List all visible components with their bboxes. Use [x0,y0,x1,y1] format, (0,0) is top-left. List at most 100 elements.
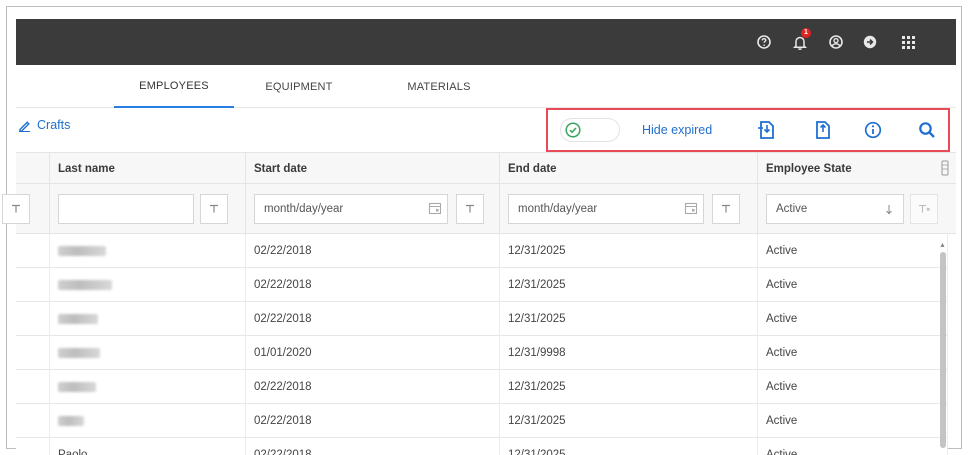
cell-last-name [50,234,246,268]
scrollbar-thumb[interactable] [940,252,946,448]
redacted-name [58,382,96,392]
apps-grid-icon[interactable] [892,19,924,65]
table-row[interactable]: 01/01/2020 12/31/9998 Active [16,336,948,370]
cell-last-name [50,404,246,438]
filter-icon[interactable] [200,194,228,224]
crafts-label: Crafts [37,118,71,132]
cell-employee-state: Active [758,268,948,302]
cell-start-date: 02/22/2018 [246,438,500,455]
header-start-date[interactable]: Start date [246,153,500,185]
row-cell-hidden [16,438,50,455]
info-icon[interactable] [860,118,886,142]
table-row[interactable]: Paolo 02/22/2018 12/31/2025 Active [16,438,948,455]
cell-end-date: 12/31/2025 [500,302,758,336]
header-end-date[interactable]: End date [500,153,758,185]
cell-start-date: 02/22/2018 [246,234,500,268]
cell-end-date: 12/31/2025 [500,268,758,302]
table-row[interactable]: 02/22/2018 12/31/2025 Active [16,404,948,438]
employee-state-filter-select[interactable]: Active [766,194,904,224]
cell-start-date: 02/22/2018 [246,302,500,336]
start-date-filter-input[interactable]: month/day/year [254,194,448,224]
tab-materials[interactable]: MATERIALS [392,66,486,108]
logout-icon[interactable] [854,19,886,65]
end-date-filter-input[interactable]: month/day/year [508,194,704,224]
row-cell-hidden [16,268,50,302]
redacted-name [58,246,106,256]
tab-equipment[interactable]: EQUIPMENT [252,66,346,108]
cell-end-date: 12/31/2025 [500,370,758,404]
grid-filter-row: month/day/year month/day/year Active [2,184,956,234]
filter-icon[interactable] [712,194,740,224]
row-cell-hidden [16,302,50,336]
cell-last-name [50,370,246,404]
calendar-icon[interactable] [684,201,698,215]
cell-end-date: 12/31/2025 [500,438,758,455]
redacted-name [58,314,98,324]
filter-cell-last-name [50,184,246,234]
grid-header-row: Last name Start date End date Employee S… [16,152,956,185]
table-row[interactable]: 02/22/2018 12/31/2025 Active [16,370,948,404]
cell-end-date: 12/31/9998 [500,336,758,370]
employee-state-filter-value: Active [776,203,808,215]
notification-count-badge: 1 [801,28,811,38]
row-cell-hidden [16,404,50,438]
filter-cell-hidden [2,184,50,234]
cell-start-date: 02/22/2018 [246,370,500,404]
vertical-scrollbar[interactable]: ▲ [939,242,946,448]
redacted-name [58,416,84,426]
cell-employee-state: Active [758,234,948,268]
last-name-filter-input[interactable] [58,194,194,224]
filter-icon[interactable] [456,194,484,224]
cell-employee-state: Active [758,336,948,370]
filter-cell-start-date: month/day/year [246,184,500,234]
notifications-icon[interactable]: 1 [784,19,816,65]
redacted-name [58,280,112,290]
hide-expired-toggle[interactable] [560,118,620,142]
table-row[interactable]: 02/22/2018 12/31/2025 Active [16,268,948,302]
cell-start-date: 02/22/2018 [246,268,500,302]
cell-employee-state: Active [758,438,948,455]
cell-employee-state: Active [758,370,948,404]
import-icon[interactable] [754,118,780,142]
top-app-bar: 1 [16,19,956,65]
table-row[interactable]: 02/22/2018 12/31/2025 Active [16,302,948,336]
tab-employees[interactable]: EMPLOYEES [114,66,234,108]
sort-down-icon [886,205,892,215]
crafts-link[interactable]: Crafts [18,118,70,132]
row-cell-hidden [16,370,50,404]
cell-employee-state: Active [758,302,948,336]
clear-filter-icon[interactable] [910,194,938,224]
grid-toolbar: Hide expired [546,108,950,152]
resource-tabs: EMPLOYEES EQUIPMENT MATERIALS [16,66,956,108]
pencil-icon [19,120,30,132]
row-cell-hidden [16,234,50,268]
filter-cell-employee-state: Active [758,184,956,234]
cell-start-date: 01/01/2020 [246,336,500,370]
row-cell-hidden [16,336,50,370]
cell-last-name: Paolo [50,438,246,455]
scroll-up-icon[interactable]: ▲ [939,242,946,249]
filter-icon[interactable] [2,194,30,224]
cell-start-date: 02/22/2018 [246,404,500,438]
column-menu-icon[interactable] [940,160,950,176]
cell-last-name [50,268,246,302]
redacted-name [58,348,100,358]
cell-end-date: 12/31/2025 [500,234,758,268]
employees-grid: Last name Start date End date Employee S… [2,152,956,455]
cell-end-date: 12/31/2025 [500,404,758,438]
filter-cell-end-date: month/day/year [500,184,758,234]
cell-employee-state: Active [758,404,948,438]
calendar-icon[interactable] [428,201,442,215]
cell-last-name [50,302,246,336]
header-last-name[interactable]: Last name [50,153,246,185]
account-icon[interactable] [820,19,852,65]
header-employee-state[interactable]: Employee State [758,153,956,185]
header-cell-hidden [16,153,50,185]
hide-expired-label[interactable]: Hide expired [642,110,712,150]
check-circle-icon [565,122,581,138]
search-icon[interactable] [914,118,940,142]
export-icon[interactable] [810,118,836,142]
help-icon[interactable] [748,19,780,65]
table-row[interactable]: 02/22/2018 12/31/2025 Active [16,234,948,268]
cell-last-name [50,336,246,370]
